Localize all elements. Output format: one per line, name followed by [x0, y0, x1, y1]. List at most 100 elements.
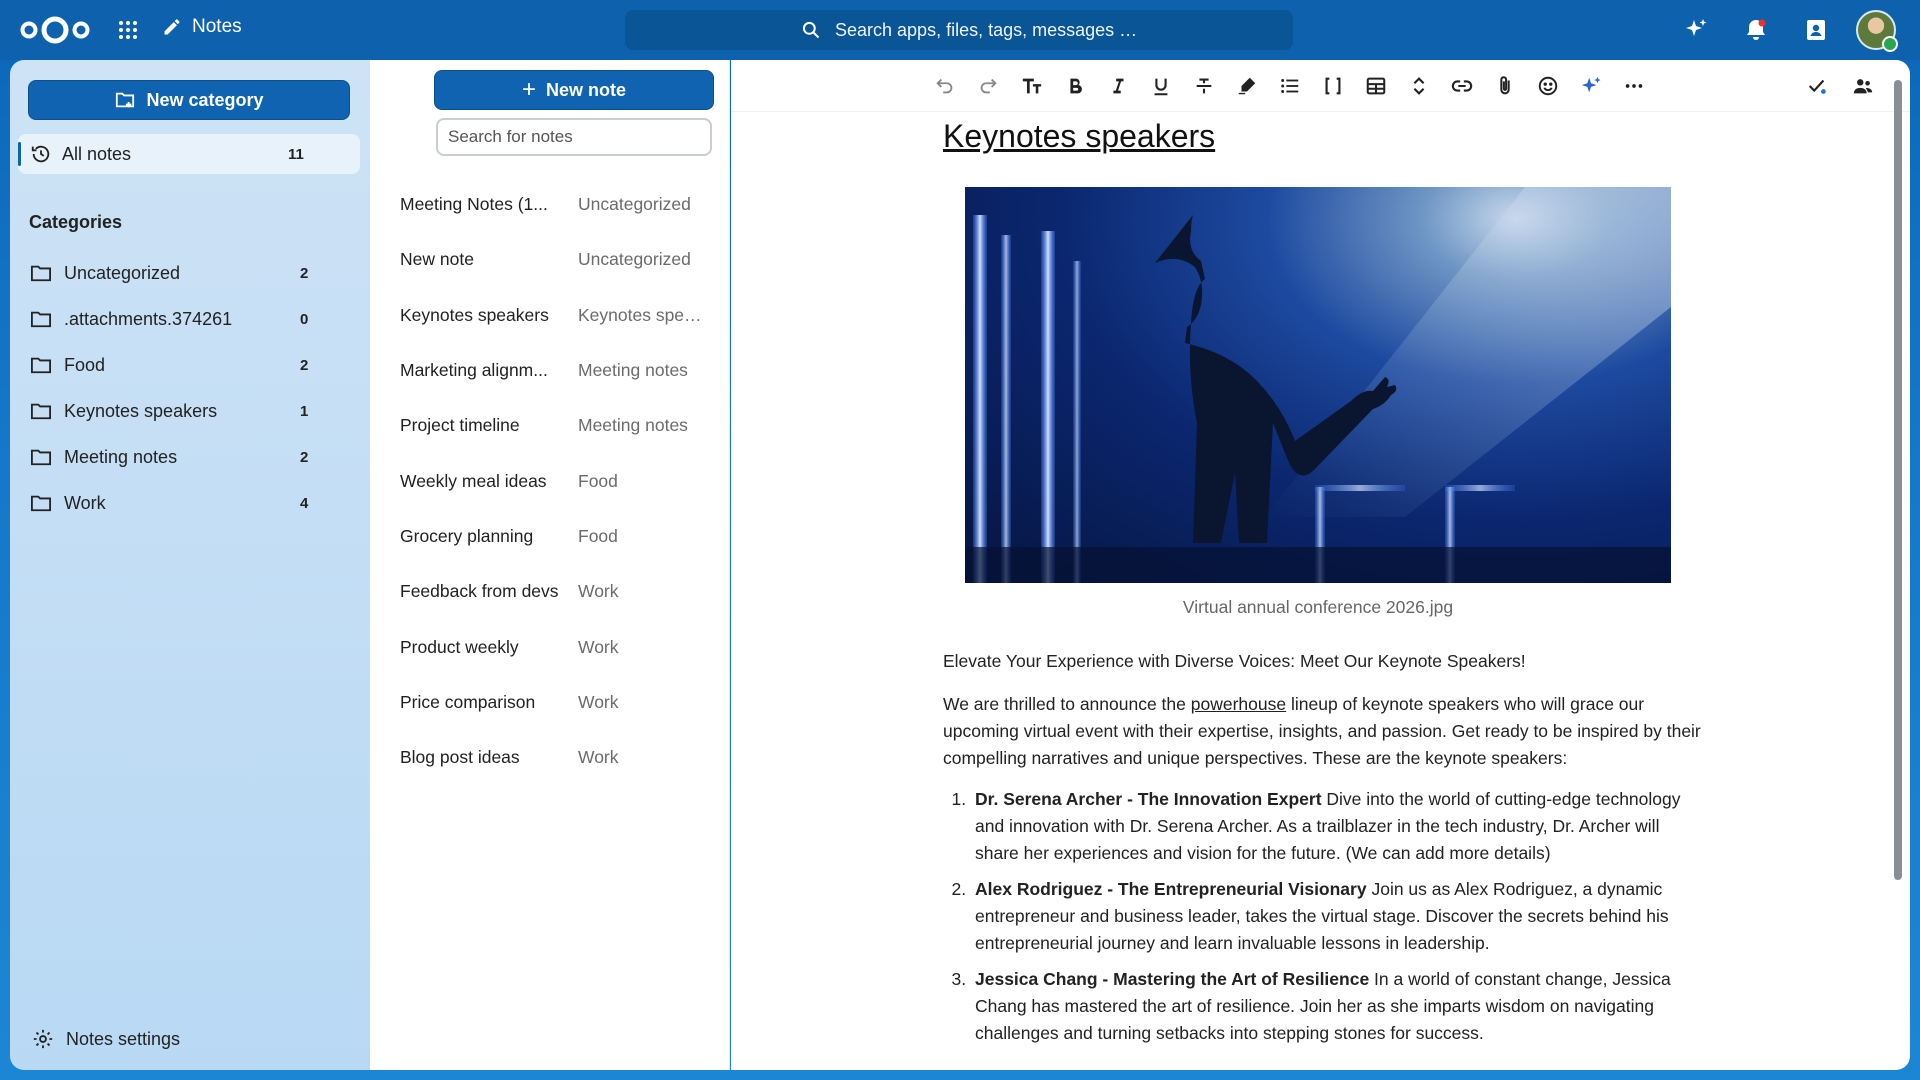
powerhouse-link[interactable]: powerhouse	[1191, 694, 1286, 714]
notes-list: Meeting Notes (1... Uncategorized New not…	[370, 177, 730, 785]
category-item-attachments[interactable]: .attachments.374261 0	[18, 296, 360, 342]
paragraph-text: We are thrilled to announce the	[943, 694, 1191, 714]
saved-check-icon[interactable]	[1803, 72, 1831, 100]
new-note-button[interactable]: + New note	[434, 70, 714, 110]
assistant-sparkle-icon[interactable]	[1682, 16, 1710, 44]
italic-icon[interactable]	[1104, 72, 1132, 100]
undo-icon[interactable]	[931, 72, 959, 100]
note-title: Marketing alignm...	[400, 360, 548, 381]
speaker-heading: Dr. Serena Archer - The Innovation Exper…	[975, 789, 1322, 809]
collaborators-icon[interactable]	[1849, 72, 1877, 100]
note-category: Uncategorized	[578, 249, 691, 270]
conference-image[interactable]	[965, 187, 1671, 583]
notifications-bell-icon[interactable]	[1742, 16, 1770, 44]
search-placeholder: Search apps, files, tags, messages …	[835, 19, 1138, 40]
folder-icon	[31, 403, 51, 420]
contacts-icon[interactable]	[1802, 16, 1830, 44]
note-category: Uncategorized	[578, 194, 691, 215]
intro-paragraph: Elevate Your Experience with Diverse Voi…	[943, 651, 1526, 671]
redo-icon[interactable]	[974, 72, 1002, 100]
note-title: Weekly meal ideas	[400, 470, 547, 491]
code-block-icon[interactable]	[1319, 72, 1347, 100]
note-category: Work	[578, 691, 619, 712]
category-count: 2	[300, 264, 309, 282]
new-category-label: New category	[146, 89, 264, 110]
category-count: 1	[300, 402, 309, 420]
plus-icon: +	[521, 76, 536, 103]
underline-icon[interactable]	[1147, 72, 1175, 100]
note-title: Feedback from devs	[400, 581, 559, 602]
list-item[interactable]: Product weekly Work	[370, 619, 730, 674]
search-notes-input[interactable]	[436, 118, 712, 156]
category-count: 4	[300, 494, 309, 512]
link-icon[interactable]	[1448, 72, 1476, 100]
list-item[interactable]: Project timeline Meeting notes	[370, 398, 730, 453]
category-list: Uncategorized 2 .attachments.374261 0 Fo…	[18, 250, 360, 526]
unified-search-bar[interactable]: Search apps, files, tags, messages …	[625, 10, 1293, 50]
note-category: Food	[578, 525, 618, 546]
category-count: 2	[300, 356, 309, 374]
nextcloud-logo[interactable]	[18, 14, 92, 46]
bold-icon[interactable]	[1061, 72, 1089, 100]
list-item[interactable]: Blog post ideas Work	[370, 730, 730, 785]
new-category-button[interactable]: New category	[28, 80, 350, 120]
editor-scrollbar[interactable]	[1892, 66, 1904, 1062]
more-icon[interactable]	[1620, 72, 1648, 100]
category-item-food[interactable]: Food 2	[18, 342, 360, 388]
scrollbar-thumb[interactable]	[1894, 80, 1902, 880]
pencil-icon	[164, 19, 180, 35]
all-notes-item[interactable]: All notes 11	[18, 134, 360, 174]
expand-icon[interactable]	[1405, 72, 1433, 100]
note-heading: Keynotes speakers	[943, 118, 1216, 154]
user-avatar[interactable]	[1856, 10, 1898, 52]
note-category: Meeting notes	[578, 360, 688, 381]
category-item-meeting-notes[interactable]: Meeting notes 2	[18, 434, 360, 480]
assistant-icon[interactable]	[1577, 72, 1605, 100]
bullet-list-icon[interactable]	[1276, 72, 1304, 100]
list-item[interactable]: Weekly meal ideas Food	[370, 453, 730, 508]
app-name-label: Notes	[192, 16, 242, 37]
category-count: 2	[300, 448, 309, 466]
note-title: Grocery planning	[400, 525, 534, 546]
top-header: Notes Search apps, files, tags, messages…	[0, 0, 1920, 60]
speakers-list: Dr. Serena Archer - The Innovation Exper…	[943, 786, 1703, 1047]
list-item[interactable]: Grocery planning Food	[370, 509, 730, 564]
category-item-work[interactable]: Work 4	[18, 480, 360, 526]
attachment-icon[interactable]	[1491, 72, 1519, 100]
folder-icon	[31, 311, 51, 328]
note-category: Meeting notes	[578, 415, 688, 436]
list-item[interactable]: Marketing alignm... Meeting notes	[370, 343, 730, 398]
search-icon	[802, 21, 820, 39]
category-item-uncategorized[interactable]: Uncategorized 2	[18, 250, 360, 296]
editor-toolbar	[731, 60, 1910, 112]
text-size-icon[interactable]	[1018, 72, 1046, 100]
note-title: Meeting Notes (1...	[400, 194, 548, 215]
list-item[interactable]: Meeting Notes (1... Uncategorized	[370, 177, 730, 232]
category-label: Uncategorized	[64, 262, 181, 283]
all-notes-count: 11	[288, 145, 304, 163]
folder-icon	[31, 265, 51, 282]
note-category: Food	[578, 470, 618, 491]
note-editor: Keynotes speakers Virtual annual confere…	[731, 60, 1910, 1070]
list-item[interactable]: Price comparison Work	[370, 675, 730, 730]
list-item[interactable]: New note Uncategorized	[370, 232, 730, 287]
document-content[interactable]: Keynotes speakers Virtual annual confere…	[943, 112, 1703, 1056]
list-item[interactable]: Feedback from devs Work	[370, 564, 730, 619]
new-note-label: New note	[546, 79, 627, 100]
list-item[interactable]: Keynotes speakers Keynotes spea...	[370, 288, 730, 343]
note-category: Keynotes spea...	[578, 304, 708, 325]
apps-grid-icon[interactable]	[116, 18, 140, 42]
table-icon[interactable]	[1362, 72, 1390, 100]
app-name-link[interactable]: Notes	[162, 16, 242, 38]
note-category: Work	[578, 747, 619, 768]
emoji-icon[interactable]	[1534, 72, 1562, 100]
list-item: Alex Rodriguez - The Entrepreneurial Vis…	[971, 876, 1703, 957]
category-label: Keynotes speakers	[64, 400, 218, 421]
category-item-keynotes-speakers[interactable]: Keynotes speakers 1	[18, 388, 360, 434]
notes-settings-button[interactable]: Notes settings	[32, 1028, 180, 1050]
folder-icon	[31, 357, 51, 374]
note-title: Price comparison	[400, 691, 536, 712]
category-label: .attachments.374261	[64, 308, 233, 329]
highlight-icon[interactable]	[1233, 72, 1261, 100]
strikethrough-icon[interactable]	[1190, 72, 1218, 100]
